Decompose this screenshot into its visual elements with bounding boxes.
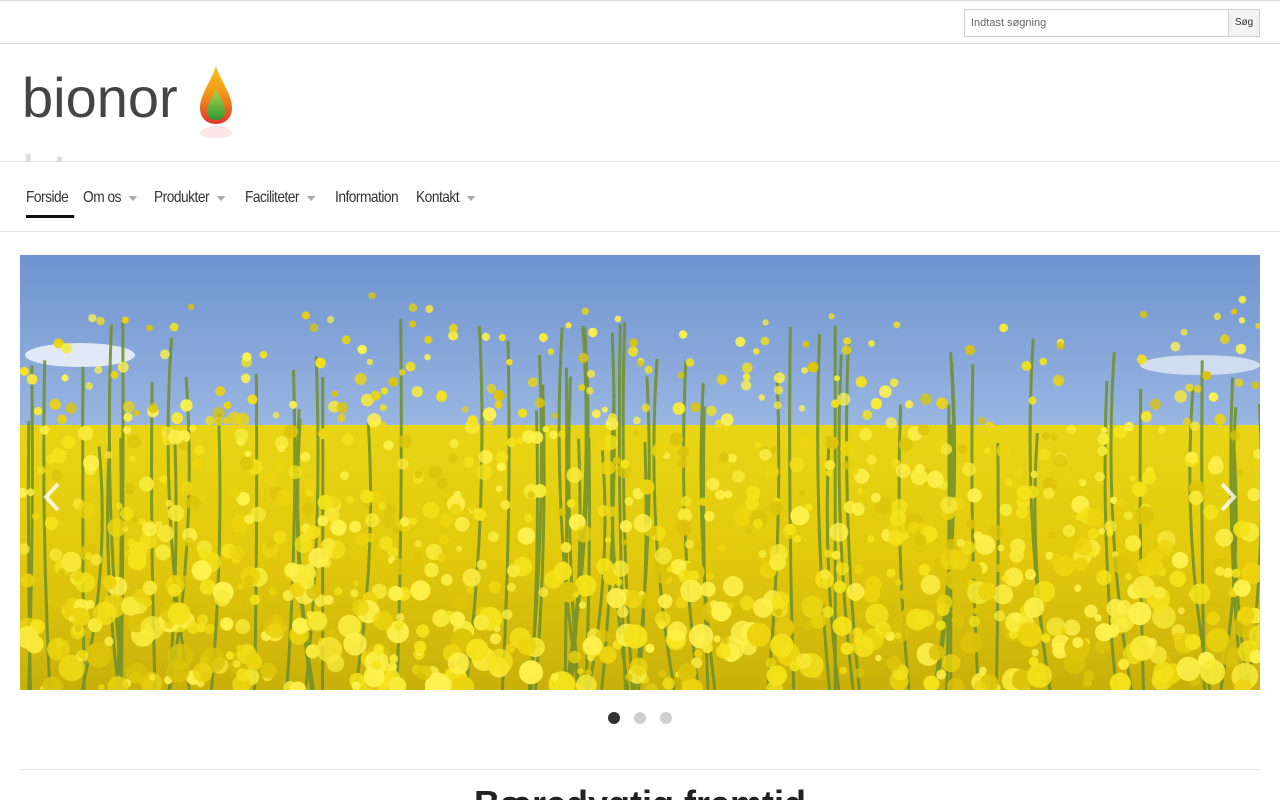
nav-item-label: Kontakt — [416, 189, 460, 206]
caret-down-icon — [217, 195, 226, 201]
search-form: Søg — [964, 9, 1260, 37]
search-button[interactable]: Søg — [1228, 9, 1260, 37]
slider-dot-3[interactable] — [660, 712, 672, 724]
nav-item-label: Forside — [26, 189, 69, 206]
nav-item-faciliteter[interactable]: Faciliteter — [239, 186, 321, 210]
site-header: bionor bionor — [0, 44, 1280, 162]
nav-item-forside[interactable]: Forside — [20, 186, 75, 218]
section-title: Bæredygtig fremtid — [0, 784, 1280, 800]
top-bar: Søg — [0, 0, 1280, 44]
section-divider — [20, 769, 1260, 770]
rapeseed-field-image — [20, 255, 1260, 690]
caret-down-icon — [306, 195, 316, 201]
nav-item-label: Information — [335, 189, 399, 206]
slider-prev-button[interactable] — [40, 480, 64, 514]
nav-item-kontakt[interactable]: Kontakt — [410, 186, 481, 210]
slider-next-button[interactable] — [1216, 480, 1240, 514]
nav-item-produkter[interactable]: Produkter — [148, 186, 231, 210]
slider-dot-1[interactable] — [608, 712, 620, 724]
logo-text: bionor — [22, 66, 178, 129]
chevron-left-icon — [43, 482, 60, 512]
caret-down-icon — [128, 195, 138, 201]
slider-pagination — [0, 712, 1280, 724]
main-navigation: Forside Om os Produkter Faciliteter Info… — [0, 162, 1280, 232]
site-logo[interactable]: bionor bionor — [22, 64, 242, 146]
search-input[interactable] — [964, 9, 1228, 37]
nav-item-label: Om os — [83, 189, 122, 206]
caret-down-icon — [467, 195, 476, 201]
nav-list: Forside Om os Produkter Faciliteter Info… — [20, 186, 488, 218]
nav-item-information[interactable]: Information — [329, 186, 404, 210]
nav-item-label: Produkter — [154, 189, 210, 206]
oil-drop-icon — [200, 66, 232, 138]
nav-item-label: Faciliteter — [245, 189, 300, 206]
slider-dot-2[interactable] — [634, 712, 646, 724]
chevron-right-icon — [1220, 482, 1237, 512]
nav-item-om-os[interactable]: Om os — [77, 186, 143, 210]
hero-slider — [20, 255, 1260, 690]
